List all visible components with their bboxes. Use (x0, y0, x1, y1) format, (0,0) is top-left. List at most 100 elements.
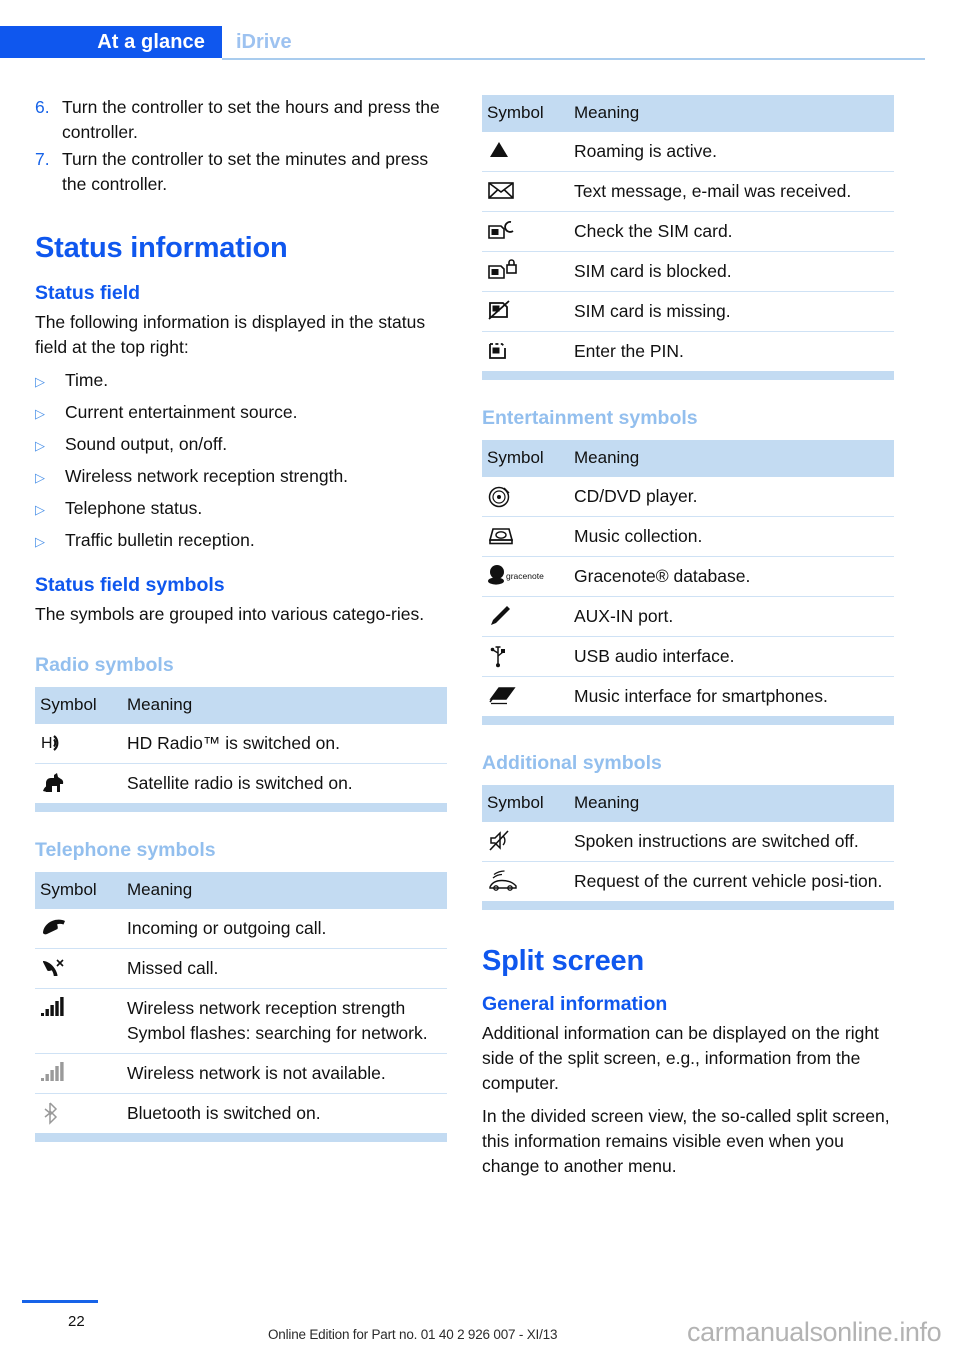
symbol-cell (482, 171, 568, 212)
left-column: 6. Turn the controller to set the hours … (35, 95, 447, 1142)
table-row: SIM card is blocked. (482, 251, 894, 292)
triangle-bullet-icon: ▷ (35, 374, 45, 389)
gracenote-logo-icon: gracenote (487, 564, 563, 588)
sim-check-icon (487, 219, 527, 243)
step-text: Turn the controller to set the hours and… (62, 97, 440, 142)
table-footer-bar (482, 901, 894, 910)
page-number: 22 (68, 1313, 85, 1330)
meaning-cell: AUX-IN port. (568, 596, 894, 637)
column-header-meaning: Meaning (568, 95, 894, 132)
list-item-label: Sound output, on/off. (65, 434, 228, 454)
meaning-cell: Satellite radio is switched on. (127, 773, 353, 793)
symbol-cell (35, 1094, 121, 1134)
table-row: H HD Radio™ is switched on. (35, 724, 447, 764)
step-text: Turn the controller to set the minutes a… (62, 149, 429, 194)
symbol-cell (482, 596, 568, 637)
meaning-cell: Music interface for smartphones. (574, 686, 828, 706)
table-footer-bar (35, 1133, 447, 1142)
symbol-cell (482, 332, 568, 372)
right-column: Symbol Meaning Roaming is active. Text m… (482, 95, 894, 1187)
table-row: gracenote Gracenote® database. (482, 556, 894, 597)
column-header-meaning: Meaning (121, 687, 447, 724)
triangle-bullet-icon: ▷ (35, 406, 45, 421)
symbol-cell (482, 636, 568, 677)
meaning-cell: Check the SIM card. (568, 211, 894, 252)
split-screen-paragraph-2: In the divided screen view, the so-calle… (482, 1106, 890, 1176)
meaning-cell: USB audio interface. (568, 636, 894, 677)
list-item: ▷ Current entertainment source. (35, 400, 447, 427)
table-row: Request of the current vehicle posi-tion… (482, 862, 894, 902)
symbol-cell (35, 1053, 121, 1094)
meaning-cell: Roaming is active. (568, 132, 894, 172)
table-row: Check the SIM card. (482, 211, 894, 252)
table-row: Spoken instructions are switched off. (482, 822, 894, 862)
symbol-cell (482, 211, 568, 252)
bluetooth-icon (40, 1101, 80, 1125)
meaning-cell: SIM card is blocked. (568, 251, 894, 292)
roaming-triangle-icon (487, 139, 527, 163)
list-item-label: Current entertainment source. (65, 402, 298, 422)
column-header-meaning: Meaning (121, 872, 447, 909)
smartphone-music-interface-icon (487, 684, 527, 708)
envelope-icon (487, 179, 527, 203)
hd-radio-icon: H (40, 731, 80, 755)
symbol-cell (35, 988, 121, 1054)
meaning-cell: CD/DVD player. (568, 477, 894, 517)
cd-dvd-disc-icon (487, 484, 527, 508)
svg-text:H: H (41, 735, 53, 752)
phone-handset-icon (40, 916, 80, 940)
table-header-row: Symbol Meaning (35, 872, 447, 909)
sim-pin-icon (487, 339, 527, 363)
aux-in-plug-icon (487, 604, 527, 628)
symbol-cell (482, 132, 568, 172)
meaning-cell: Wireless network reception strength Symb… (121, 988, 447, 1054)
svg-text:gracenote: gracenote (506, 571, 544, 581)
table-row: Missed call. (35, 948, 447, 989)
symbol-cell (482, 477, 568, 517)
heading-status-field-symbols: Status field symbols (35, 574, 225, 596)
symbol-cell (482, 822, 568, 862)
meaning-cell: Spoken instructions are switched off. (568, 822, 894, 862)
heading-general-information: General information (482, 993, 668, 1015)
list-item: ▷ Wireless network reception strength. (35, 464, 447, 491)
heading-entertainment-symbols: Entertainment symbols (482, 407, 698, 429)
list-item: ▷ Traffic bulletin reception. (35, 528, 447, 555)
table-row: SIM card is missing. (482, 291, 894, 332)
heading-telephone-symbols: Telephone symbols (35, 839, 216, 861)
triangle-bullet-icon: ▷ (35, 534, 45, 549)
table-row: Text message, e-mail was received. (482, 171, 894, 212)
symbol-cell: gracenote (482, 556, 568, 597)
meaning-cell: Text message, e-mail was received. (568, 171, 894, 212)
list-item-label: Time. (65, 370, 109, 390)
column-header-meaning: Meaning (568, 440, 894, 477)
table-row: Music collection. (482, 516, 894, 557)
speaker-muted-icon (487, 829, 527, 853)
tab-at-a-glance[interactable]: At a glance (0, 26, 222, 58)
list-item: ▷ Sound output, on/off. (35, 432, 447, 459)
table-row: Satellite radio is switched on. (35, 764, 447, 804)
step-item: 6. Turn the controller to set the hours … (35, 95, 447, 145)
meaning-cell: Enter the PIN. (574, 341, 684, 361)
table-header-row: Symbol Meaning (482, 95, 894, 132)
meaning-cell: Wireless network is not available. (121, 1053, 447, 1094)
meaning-cell: Request of the current vehicle posi-tion… (574, 871, 883, 891)
column-header-symbol: Symbol (35, 872, 121, 909)
telephone-symbols-table: Symbol Meaning Incoming or outgoing call… (35, 872, 447, 1133)
meaning-cell: SIM card is missing. (568, 291, 894, 332)
heading-status-field: Status field (35, 282, 141, 304)
table-row: Enter the PIN. (482, 332, 894, 372)
triangle-bullet-icon: ▷ (35, 438, 45, 453)
status-symbols-table-continued: Symbol Meaning Roaming is active. Text m… (482, 95, 894, 371)
status-field-intro: The following information is displayed i… (35, 312, 426, 357)
table-row: Bluetooth is switched on. (35, 1094, 447, 1134)
column-header-meaning: Meaning (568, 785, 894, 822)
symbol-cell (482, 516, 568, 557)
step-item: 7. Turn the controller to set the minute… (35, 147, 447, 197)
list-item: ▷ Time. (35, 368, 447, 395)
usb-icon (487, 644, 527, 668)
sim-missing-icon (487, 299, 527, 323)
tab-idrive[interactable]: iDrive (236, 26, 292, 58)
step-number: 7. (35, 149, 50, 169)
meaning-cell: HD Radio™ is switched on. (121, 724, 447, 764)
split-screen-paragraph-1: Additional information can be displayed … (482, 1023, 879, 1093)
